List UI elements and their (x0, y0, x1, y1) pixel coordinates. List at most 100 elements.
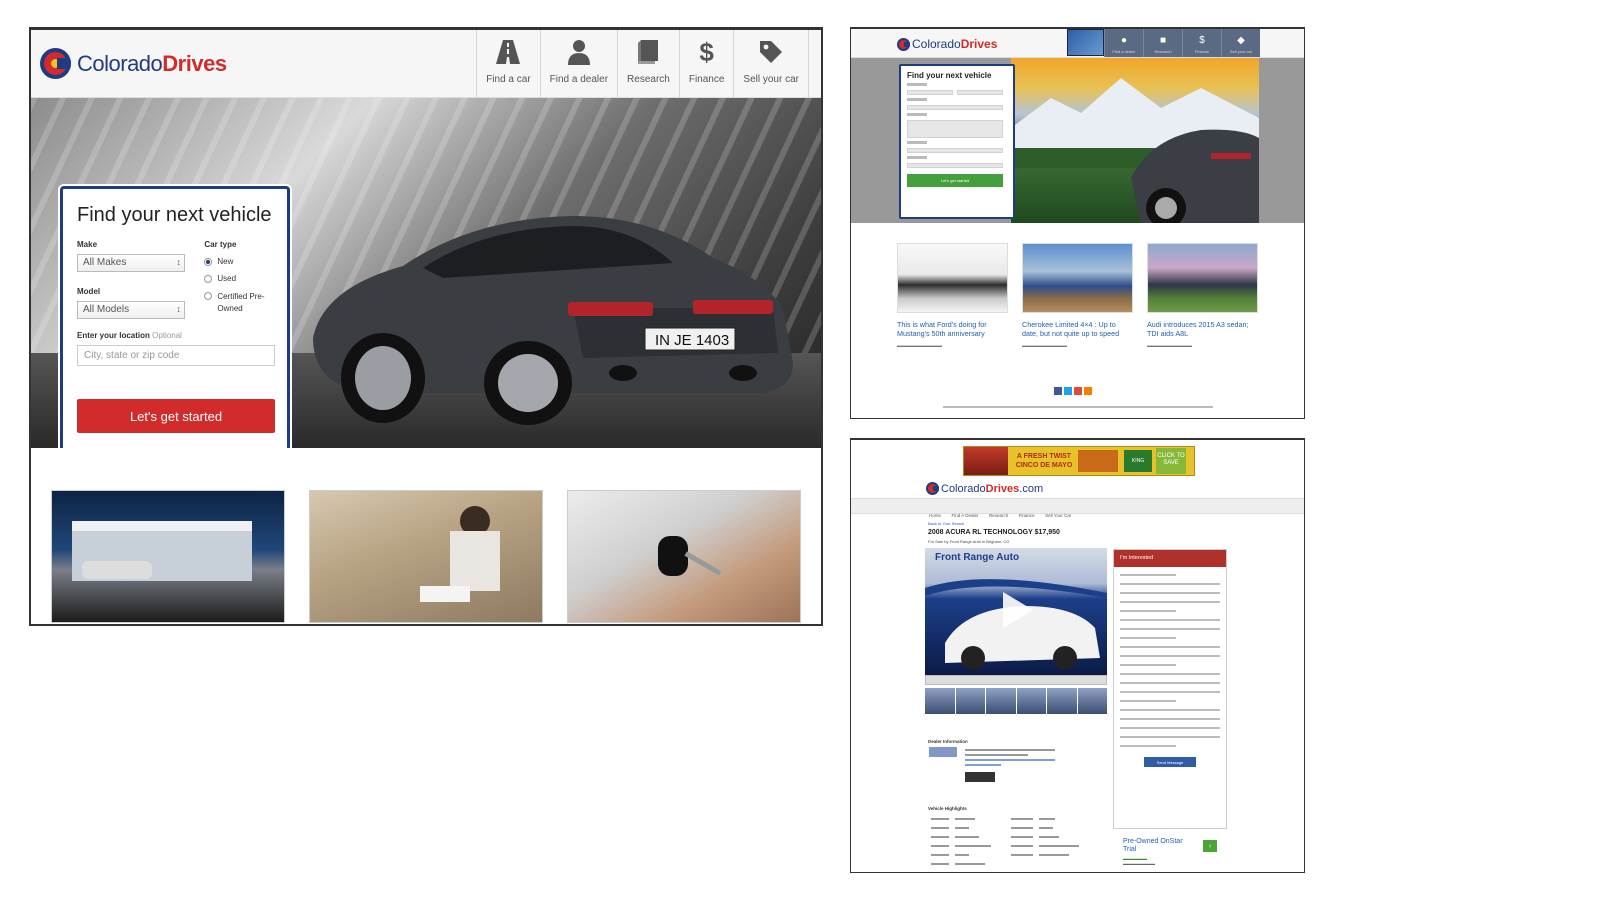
feature-thumbnails (51, 490, 801, 623)
br-nav-home[interactable]: Home (929, 513, 941, 518)
article-excerpt: ▬▬▬▬▬▬▬▬▬▬ (1022, 343, 1067, 348)
search-card: Find your next vehicle Make All Makes Mo… (60, 186, 290, 448)
cartype-certified[interactable]: Certified Pre-Owned (204, 291, 273, 315)
cartype-used[interactable]: Used (204, 274, 273, 283)
person-icon (567, 38, 591, 66)
tr-nav: ● Find a dealer ■ Research $ Finance ◆ Sell … (1067, 29, 1260, 57)
carfax-badge[interactable] (965, 772, 995, 782)
article-excerpt: ▬▬▬▬▬▬▬▬▬▬ (1147, 343, 1192, 348)
article-image[interactable] (1022, 243, 1133, 313)
article-item[interactable]: This is what Ford's doing for Mustang's … (897, 243, 1008, 350)
rss-icon[interactable] (1084, 387, 1092, 395)
nav-find-a-dealer[interactable]: Find a dealer (541, 30, 619, 98)
br-nav-sell[interactable]: Sell Your Car (1045, 513, 1071, 518)
nav-label: Find a car (486, 74, 531, 85)
nav-research[interactable]: Research (618, 30, 680, 98)
article-title[interactable]: Audi introduces 2015 A3 sedan; TDI aids … (1147, 320, 1258, 338)
back-link[interactable]: Back to Your Search (928, 521, 964, 526)
footer-links (943, 404, 1213, 409)
tr-header: Colorado Drives ● Find a dealer ■ Research … (851, 29, 1304, 58)
thumbnail-car-keys[interactable] (567, 490, 801, 623)
video-controls[interactable] (925, 675, 1107, 685)
nav-label: Sell your car (743, 74, 799, 85)
promo-title[interactable]: Pre-Owned OnStar Trial (1123, 838, 1193, 854)
logo-mark-icon (40, 48, 71, 79)
get-started-button[interactable]: Let's get started (77, 399, 275, 433)
location-input[interactable]: City, state or zip code (77, 345, 275, 366)
tr-nav-finance[interactable]: $ Finance (1182, 29, 1221, 57)
ad-banner[interactable]: A FRESH TWIST CINCO DE MAYO KING CLICK T… (963, 446, 1195, 476)
ad-banner-text: A FRESH TWIST CINCO DE MAYO (1015, 453, 1073, 469)
dollar-icon: $ (1199, 35, 1205, 46)
tr-model-select[interactable] (957, 90, 1003, 95)
nav-find-a-car[interactable]: Find a car (477, 30, 541, 98)
tr-cartype-options[interactable] (907, 120, 1003, 138)
main-mockup: ColoradoDrives Find a car Find a dealer (29, 27, 823, 626)
dollar-icon: $ (699, 36, 714, 67)
nav-sell-your-car[interactable]: Sell your car (734, 30, 809, 98)
video-player[interactable]: Front Range Auto (925, 548, 1107, 675)
radio-icon (204, 275, 213, 283)
article-image[interactable] (897, 243, 1008, 313)
tr-style-select[interactable] (907, 148, 1003, 153)
site-logo[interactable]: ColoradoDrives (40, 48, 227, 79)
tr-hero: Find your next vehicle Let's get started (851, 58, 1304, 223)
photo-strip[interactable] (925, 688, 1107, 714)
thumbnail-dealership[interactable] (51, 490, 285, 623)
model-select[interactable]: All Models (77, 301, 185, 319)
search-title: Find your next vehicle (77, 204, 272, 226)
tr-card-title: Find your next vehicle (907, 71, 992, 80)
site-header: ColoradoDrives Find a car Find a dealer (31, 30, 821, 98)
tr-get-started-button[interactable]: Let's get started (907, 174, 1003, 187)
vehicle-specs (931, 815, 1091, 869)
article-title[interactable]: Cherokee Limited 4×4 : Up to date, but n… (1022, 320, 1133, 338)
article-list: This is what Ford's doing for Mustang's … (897, 243, 1258, 350)
ad-logo-image (964, 447, 1008, 475)
br-nav-dealer[interactable]: Find A Dealer (951, 513, 978, 518)
social-links (1054, 387, 1092, 395)
tr-nav-find-a-dealer[interactable]: ● Find a dealer (1104, 29, 1143, 57)
tr-search-card: Find your next vehicle Let's get started (899, 64, 1015, 219)
highlights-heading: Vehicle Highlights (928, 806, 967, 811)
article-image[interactable] (1147, 243, 1258, 313)
logo-mark-icon (897, 37, 910, 51)
tr-logo[interactable]: Colorado Drives (897, 37, 997, 51)
tr-lifestyle-select[interactable] (907, 105, 1003, 110)
nav-label: Finance (688, 74, 725, 85)
person-icon: ● (1120, 35, 1128, 46)
contact-form: I'm Interested Send Message (1113, 549, 1227, 829)
book-icon: ■ (1159, 35, 1167, 46)
article-excerpt: ▬▬▬▬▬▬▬▬▬▬ (897, 343, 942, 348)
model-label: Model (77, 287, 101, 296)
ad-thumbnail[interactable] (1067, 29, 1104, 56)
ad-cta[interactable]: CLICK TO SAVE (1156, 448, 1186, 474)
br-nav-finance[interactable]: Finance (1019, 513, 1035, 518)
tr-location-input[interactable] (907, 163, 1003, 168)
nav-finance[interactable]: $ Finance (680, 30, 735, 98)
promo-description: ▬▬▬▬▬▬▬▬ (1123, 861, 1155, 866)
dealer-logo-image (929, 747, 957, 757)
article-item[interactable]: Audi introduces 2015 A3 sedan; TDI aids … (1147, 243, 1258, 350)
article-title[interactable]: This is what Ford's doing for Mustang's … (897, 320, 1008, 338)
tr-nav-research[interactable]: ■ Research (1143, 29, 1182, 57)
tr-make-select[interactable] (907, 90, 953, 95)
br-nav: Home Find A Dealer Research Finance Sell… (851, 498, 1304, 518)
nav-label: Research (627, 74, 670, 85)
article-item[interactable]: Cherokee Limited 4×4 : Up to date, but n… (1022, 243, 1133, 350)
make-select[interactable]: All Makes (77, 254, 185, 272)
facebook-icon[interactable] (1054, 387, 1062, 395)
play-icon[interactable] (1003, 592, 1033, 628)
br-nav-research[interactable]: Research (989, 513, 1008, 518)
google-plus-icon[interactable] (1074, 387, 1082, 395)
send-message-button[interactable]: Send Message (1144, 757, 1196, 767)
cartype-new[interactable]: New (204, 257, 273, 266)
promo-ad[interactable]: Pre-Owned OnStar Trial › ▬▬▬▬▬▬ ▬▬▬▬▬▬▬▬ (1123, 838, 1223, 866)
main-nav: Find a car Find a dealer Research $ Fina… (476, 30, 809, 98)
br-logo[interactable]: Colorado Drives .com (926, 482, 1043, 495)
nav-label: Find a dealer (549, 74, 609, 85)
dealer-info (929, 747, 1089, 793)
twitter-icon[interactable] (1064, 387, 1072, 395)
thumbnail-car-interior[interactable] (309, 490, 543, 623)
tr-nav-sell[interactable]: ◆ Sell your car (1221, 29, 1260, 57)
chevron-right-icon[interactable]: › (1203, 840, 1217, 852)
